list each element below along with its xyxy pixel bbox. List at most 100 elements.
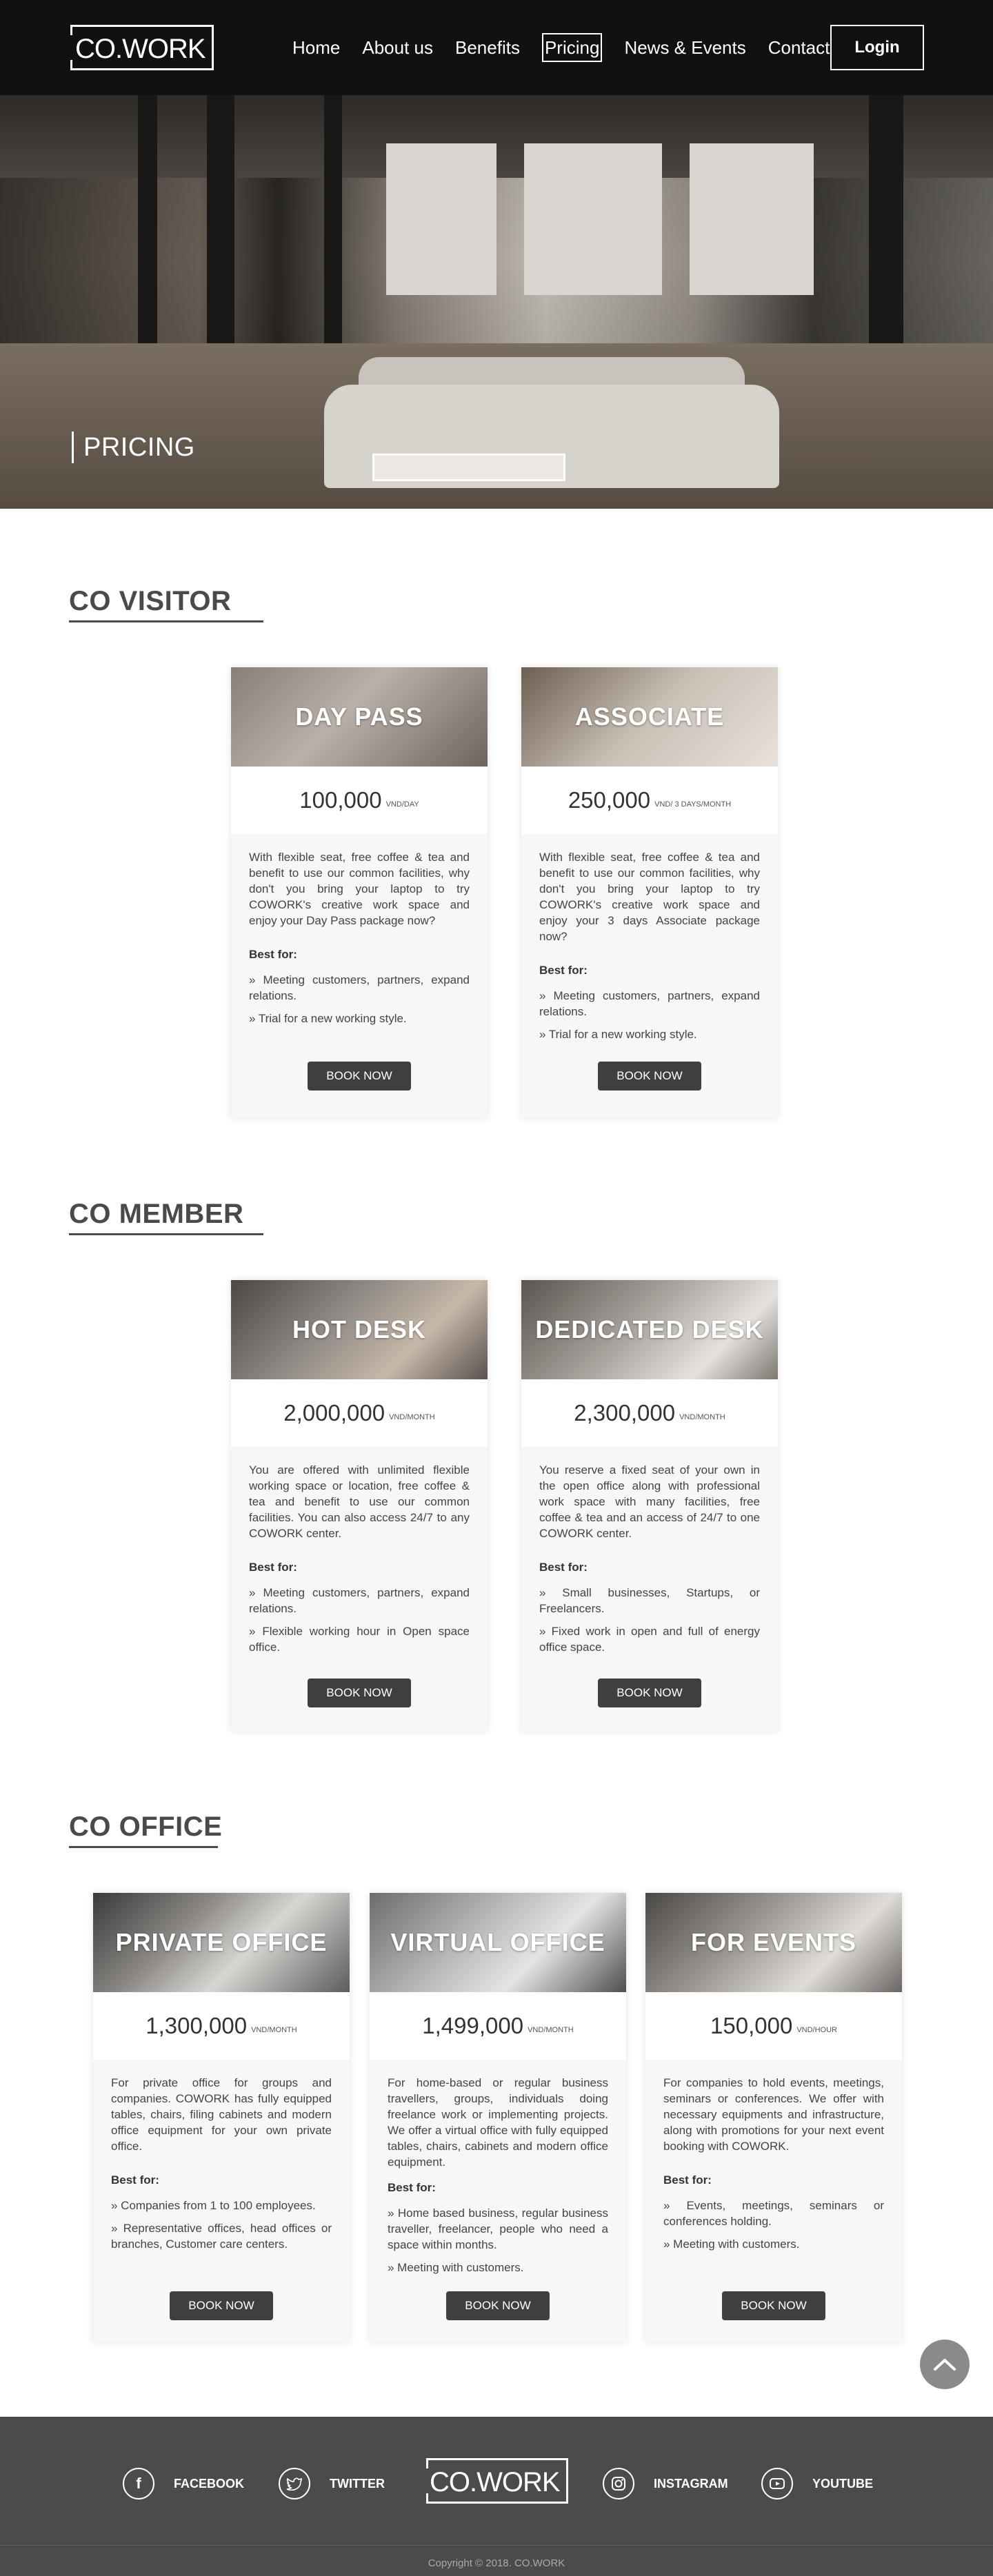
card-body: For companies to hold events, meetings, …	[645, 2060, 902, 2252]
card-price: 2,000,000 VND/MONTH	[231, 1379, 488, 1447]
copyright-text: Copyright © 2018. CO.WORK	[428, 2557, 565, 2569]
best-for-item: » Meeting with customers.	[388, 2261, 524, 2274]
nav-item-news-events[interactable]: News & Events	[624, 36, 745, 62]
best-for-label: Best for:	[539, 964, 588, 977]
pricing-card-hot-desk: HOT DESK 2,000,000 VND/MONTH You are off…	[231, 1280, 488, 1731]
instagram-icon	[603, 2468, 634, 2499]
book-now-button[interactable]: BOOK NOW	[308, 1062, 411, 1091]
pricing-card-day-pass: DAY PASS 100,000 VND/DAY With flexible s…	[231, 667, 488, 1118]
nav-item-benefits[interactable]: Benefits	[455, 36, 520, 62]
best-for-label: Best for:	[111, 2173, 159, 2187]
footer-link-youtube[interactable]: YOUTUBE	[761, 2468, 873, 2499]
nav-item-pricing[interactable]: Pricing	[541, 33, 603, 62]
card-title: DEDICATED DESK	[535, 1315, 764, 1343]
card-description: For companies to hold events, meetings, …	[663, 2076, 884, 2153]
facebook-icon: f	[123, 2468, 154, 2499]
card-price: 250,000 VND/ 3 DAYS/MONTH	[521, 767, 778, 834]
chevron-up-icon	[934, 2359, 956, 2371]
book-now-button[interactable]: BOOK NOW	[598, 1062, 701, 1091]
card-description: With flexible seat, free coffee & tea an…	[539, 851, 760, 943]
hero-banner: PRICING	[0, 95, 993, 509]
nav-item-contact[interactable]: Contact	[768, 36, 830, 62]
price-unit: VND/MONTH	[251, 2026, 297, 2034]
footer-link-facebook[interactable]: f FACEBOOK	[123, 2468, 244, 2499]
book-now-button[interactable]: BOOK NOW	[598, 1679, 701, 1707]
card-price: 100,000 VND/DAY	[231, 767, 488, 834]
best-for-label: Best for:	[539, 1561, 588, 1574]
section-title-co-visitor: CO VISITOR	[69, 586, 263, 622]
best-for-label: Best for:	[249, 1561, 297, 1574]
card-price: 150,000 VND/HOUR	[645, 1992, 902, 2060]
card-description: You reserve a fixed seat of your own in …	[539, 1463, 760, 1540]
price-amount: 2,300,000	[574, 1400, 676, 1426]
price-unit: VND/MONTH	[528, 2026, 574, 2034]
nav-item-home[interactable]: Home	[292, 36, 340, 62]
section-underline	[69, 620, 263, 622]
pricing-card-virtual-office: VIRTUAL OFFICE 1,499,000 VND/MONTH For h…	[370, 1893, 626, 2342]
book-now-button[interactable]: BOOK NOW	[446, 2291, 550, 2320]
nav-item-about-us[interactable]: About us	[362, 36, 433, 62]
section-underline	[69, 1233, 263, 1235]
card-image: VIRTUAL OFFICE	[370, 1893, 626, 1992]
best-for-item: » Flexible working hour in Open space of…	[249, 1625, 470, 1654]
twitter-icon	[279, 2468, 310, 2499]
price-unit: VND/DAY	[385, 800, 419, 809]
card-price: 1,499,000 VND/MONTH	[370, 1992, 626, 2060]
logo-text: CO.WORK	[430, 2467, 561, 2497]
best-for-label: Best for:	[388, 2181, 436, 2194]
book-now-button[interactable]: BOOK NOW	[722, 2291, 825, 2320]
card-body: With flexible seat, free coffee & tea an…	[231, 834, 488, 1026]
cowork-logo[interactable]: CO.WORK	[70, 25, 214, 70]
section-underline	[69, 1846, 218, 1848]
price-amount: 2,000,000	[283, 1400, 385, 1426]
footer: f FACEBOOK TWITTER CO.WORK INSTAGRAM YOU…	[0, 2417, 993, 2576]
section-title-co-office: CO OFFICE	[69, 1812, 222, 1848]
price-unit: VND/HOUR	[796, 2026, 837, 2034]
card-title: FOR EVENTS	[690, 1928, 857, 1956]
pricing-card-private-office: PRIVATE OFFICE 1,300,000 VND/MONTH For p…	[93, 1893, 350, 2342]
card-body: For home-based or regular business trave…	[370, 2060, 626, 2275]
card-title: VIRTUAL OFFICE	[390, 1928, 605, 1956]
pricing-card-associate: ASSOCIATE 250,000 VND/ 3 DAYS/MONTH With…	[521, 667, 778, 1118]
card-title: DAY PASS	[295, 702, 423, 731]
card-image: DEDICATED DESK	[521, 1280, 778, 1379]
best-for-label: Best for:	[663, 2173, 712, 2187]
best-for-item: » Events, meetings, seminars or conferen…	[663, 2199, 884, 2228]
best-for-item: » Representative offices, head offices o…	[111, 2222, 332, 2251]
footer-divider	[0, 2545, 993, 2546]
price-unit: VND/MONTH	[679, 1413, 725, 1421]
best-for-item: » Meeting customers, partners, expand re…	[539, 989, 760, 1018]
card-image: ASSOCIATE	[521, 667, 778, 767]
footer-link-instagram[interactable]: INSTAGRAM	[603, 2468, 728, 2499]
card-description: For private office for groups and compan…	[111, 2076, 332, 2153]
best-for-item: » Trial for a new working style.	[249, 1012, 407, 1025]
card-price: 2,300,000 VND/MONTH	[521, 1379, 778, 1447]
footer-cowork-logo[interactable]: CO.WORK	[426, 2458, 568, 2504]
best-for-item: » Small businesses, Startups, or Freelan…	[539, 1586, 760, 1615]
card-image: FOR EVENTS	[645, 1893, 902, 1992]
best-for-item: » Meeting with customers.	[663, 2238, 800, 2251]
card-body: You reserve a fixed seat of your own in …	[521, 1447, 778, 1655]
book-now-button[interactable]: BOOK NOW	[308, 1679, 411, 1707]
best-for-item: » Meeting customers, partners, expand re…	[249, 1586, 470, 1615]
price-unit: VND/ 3 DAYS/MONTH	[654, 800, 732, 809]
logo-text: CO.WORK	[75, 34, 206, 64]
login-button[interactable]: Login	[830, 25, 924, 70]
pricing-card-for-events: FOR EVENTS 150,000 VND/HOUR For companie…	[645, 1893, 902, 2342]
footer-link-twitter[interactable]: TWITTER	[279, 2468, 385, 2499]
price-amount: 150,000	[710, 2013, 793, 2038]
card-title: HOT DESK	[292, 1315, 426, 1343]
page-title: PRICING	[72, 432, 195, 463]
best-for-item: » Trial for a new working style.	[539, 1028, 697, 1041]
section-title-co-member: CO MEMBER	[69, 1199, 263, 1235]
card-image: PRIVATE OFFICE	[93, 1893, 350, 1992]
card-price: 1,300,000 VND/MONTH	[93, 1992, 350, 2060]
best-for-item: » Fixed work in open and full of energy …	[539, 1625, 760, 1654]
pricing-card-dedicated-desk: DEDICATED DESK 2,300,000 VND/MONTH You r…	[521, 1280, 778, 1731]
best-for-item: » Meeting customers, partners, expand re…	[249, 973, 470, 1002]
best-for-item: » Companies from 1 to 100 employees.	[111, 2199, 316, 2212]
best-for-label: Best for:	[249, 948, 297, 961]
card-image: HOT DESK	[231, 1280, 488, 1379]
book-now-button[interactable]: BOOK NOW	[170, 2291, 273, 2320]
scroll-to-top-button[interactable]	[920, 2340, 970, 2389]
